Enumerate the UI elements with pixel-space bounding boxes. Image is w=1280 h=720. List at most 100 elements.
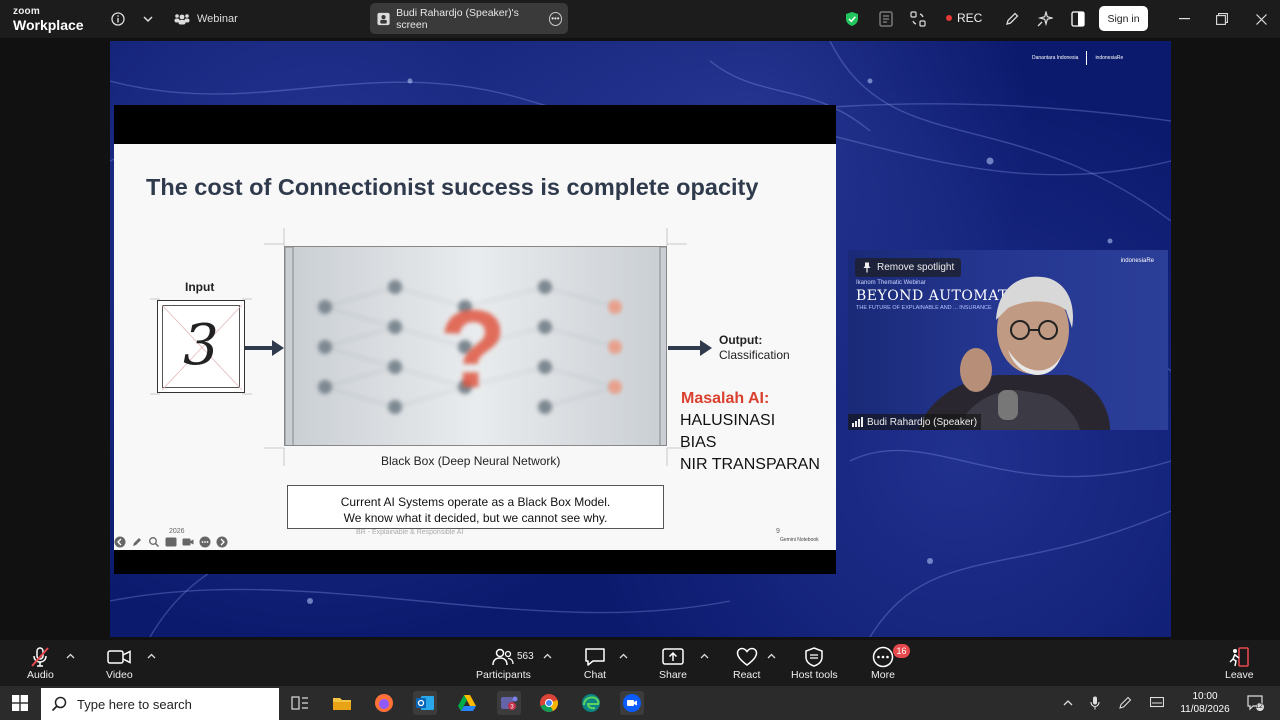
google-drive-icon[interactable] <box>455 691 479 715</box>
sponsor-logos: Danantara Indonesia indonesiaRe <box>1032 50 1123 66</box>
recording-label: REC <box>957 11 983 25</box>
clock-date: 11/08/2026 <box>1180 704 1230 715</box>
masalah-item: HALUSINASI <box>680 412 776 429</box>
chat-button[interactable]: Chat <box>582 645 608 681</box>
slide-year: 2026 <box>169 528 185 535</box>
ai-companion-icon[interactable] <box>908 9 928 29</box>
file-explorer-icon[interactable] <box>330 691 354 715</box>
chevron-down-icon[interactable] <box>138 9 158 29</box>
info-icon[interactable] <box>108 9 128 29</box>
meeting-toolbar: Audio Video Participants Chat Share Reac… <box>0 640 1280 686</box>
tray-display-icon[interactable] <box>1145 691 1169 715</box>
chat-label: Chat <box>583 669 607 681</box>
react-button[interactable]: React <box>733 645 760 681</box>
react-label: React <box>733 669 761 681</box>
screen-share-label: Budi Rahardjo (Speaker)'s screen <box>396 6 519 31</box>
webinar-icon <box>174 14 190 25</box>
share-button[interactable]: Share <box>659 645 687 681</box>
tray-mic-icon[interactable] <box>1083 691 1107 715</box>
close-icon[interactable] <box>1251 9 1271 29</box>
windows-taskbar: Type here to search 3 10:00 11/08/2026 1… <box>0 686 1280 720</box>
input-arrow <box>244 340 284 356</box>
outlook-icon[interactable] <box>413 691 437 715</box>
gemini-watermark: Gemini Notebook <box>780 537 819 543</box>
brand-line1: zoom <box>13 6 40 17</box>
more-slide-options-icon[interactable] <box>199 536 211 548</box>
black-box-graphic: ? <box>284 246 667 446</box>
speaker-video-tile[interactable]: Ikanom Thematic Webinar BEYOND AUTOMAT T… <box>848 250 1168 430</box>
input-box: 3 <box>157 300 245 393</box>
screen-share-icon <box>377 12 390 25</box>
input-digit: 3 <box>183 313 219 378</box>
host-shield-icon <box>801 645 827 669</box>
notifications-count: 12 <box>1255 703 1263 710</box>
taskbar-clock[interactable]: 10:00 11/08/2026 <box>1174 690 1236 716</box>
svg-text:?: ? <box>439 288 506 411</box>
video-options-chevron-icon[interactable] <box>146 652 156 660</box>
side-panel-icon[interactable] <box>1068 9 1088 29</box>
chat-options-chevron-icon[interactable] <box>618 652 628 660</box>
audio-label: Audio <box>27 669 54 681</box>
zoom-window: zoom Workplace Webinar Budi Rahardjo (Sp… <box>0 0 1280 720</box>
host-tools-label: Host tools <box>791 669 838 681</box>
speaker-name: Budi Rahardjo (Speaker) <box>867 416 978 428</box>
masalah-item: NIR TRANSPARAN <box>680 456 820 473</box>
webinar-indicator[interactable]: Webinar <box>174 10 238 28</box>
sign-in-button[interactable]: Sign in <box>1099 6 1148 31</box>
edge-icon[interactable] <box>579 691 603 715</box>
share-screen-icon <box>660 645 686 669</box>
leave-label: Leave <box>1225 669 1254 681</box>
slide-toolbar <box>114 535 228 549</box>
remove-spotlight-button[interactable]: Remove spotlight <box>855 258 962 277</box>
prev-slide-icon[interactable] <box>114 536 126 548</box>
slide-page-number: 9 <box>776 528 780 535</box>
participants-icon <box>490 645 516 669</box>
video-camera-icon <box>106 645 132 669</box>
firefox-icon[interactable] <box>372 691 396 715</box>
react-options-chevron-icon[interactable] <box>766 652 776 660</box>
masalah-heading: Masalah AI: <box>681 390 770 407</box>
sparkle-icon[interactable] <box>1035 9 1055 29</box>
host-tools-button[interactable]: Host tools <box>791 645 838 681</box>
clock-time: 10:00 <box>1192 691 1218 702</box>
question-mark-graphic: ? <box>439 288 506 411</box>
recording-indicator[interactable]: REC <box>946 11 982 25</box>
captions-icon[interactable] <box>165 536 177 548</box>
teams-icon[interactable]: 3 <box>497 691 521 715</box>
audio-button[interactable]: Audio <box>27 645 54 681</box>
encryption-shield-icon[interactable] <box>842 9 862 29</box>
camera-icon[interactable] <box>182 536 194 548</box>
minimize-icon[interactable] <box>1174 9 1194 29</box>
chrome-icon[interactable] <box>537 691 561 715</box>
more-options-icon[interactable]: ••• <box>548 11 562 26</box>
participants-count: 563 <box>517 651 534 662</box>
zoom-app-icon[interactable] <box>620 691 644 715</box>
neural-network-graphic: ? <box>285 247 666 445</box>
video-button[interactable]: Video <box>106 645 133 681</box>
share-options-chevron-icon[interactable] <box>699 652 709 660</box>
annotate-pen-icon[interactable] <box>1002 9 1022 29</box>
leave-icon <box>1226 645 1252 669</box>
masalah-item: BIAS <box>680 434 717 451</box>
tray-chevron-icon[interactable] <box>1056 691 1080 715</box>
black-box-caption: Black Box (Deep Neural Network) <box>381 454 561 468</box>
participants-options-chevron-icon[interactable] <box>542 652 552 660</box>
pen-tool-icon[interactable] <box>131 536 143 548</box>
remove-spotlight-label: Remove spotlight <box>877 262 955 273</box>
tray-pen-icon[interactable] <box>1113 691 1137 715</box>
zoom-tool-icon[interactable] <box>148 536 160 548</box>
restore-icon[interactable] <box>1212 9 1232 29</box>
audio-options-chevron-icon[interactable] <box>65 652 75 660</box>
notes-icon[interactable] <box>876 9 896 29</box>
recording-dot-icon <box>946 15 952 21</box>
notifications-icon[interactable]: 12 <box>1244 691 1268 715</box>
participants-label: Participants <box>476 669 531 681</box>
speaker-name-tag: Budi Rahardjo (Speaker) <box>848 414 982 430</box>
screen-share-indicator[interactable]: Budi Rahardjo (Speaker)'s screen ••• <box>370 3 568 34</box>
windows-start-icon[interactable] <box>12 695 28 716</box>
leave-button[interactable]: Leave <box>1225 645 1254 681</box>
taskbar-search-input[interactable]: Type here to search <box>41 688 279 720</box>
zoom-logo: zoom Workplace <box>13 6 84 33</box>
task-view-icon[interactable] <box>288 691 312 715</box>
next-slide-icon[interactable] <box>216 536 228 548</box>
